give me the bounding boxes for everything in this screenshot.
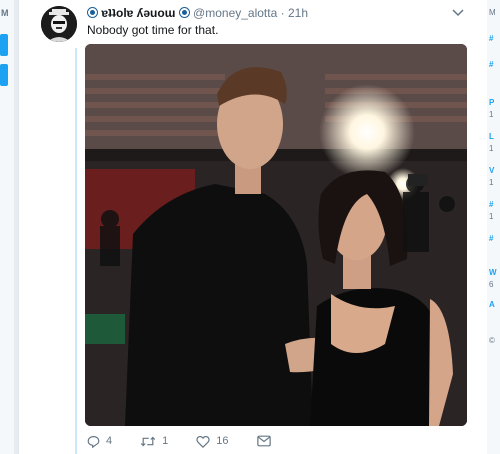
right-gutter-letter: P xyxy=(489,98,495,107)
tweet-header: ɐʇʇolɐ ʎǝuoɯ @money_alotta · 21h xyxy=(87,6,308,20)
right-gutter-letter: W xyxy=(489,268,497,277)
right-gutter-letter: 1 xyxy=(489,110,494,119)
right-gutter-letter: # xyxy=(489,60,494,69)
tweet-photo[interactable] xyxy=(85,44,467,426)
left-gutter-letter: M xyxy=(1,8,9,18)
right-gutter-letter: 1 xyxy=(489,212,494,221)
right-gutter-letter: # xyxy=(489,200,494,209)
handle[interactable]: @money_alotta xyxy=(193,6,277,20)
left-gutter: M xyxy=(0,0,14,454)
display-name[interactable]: ɐʇʇolɐ ʎǝuoɯ xyxy=(101,6,175,20)
direct-message-button[interactable] xyxy=(256,435,277,447)
emoji-icon xyxy=(87,7,98,18)
like-button[interactable]: 16 xyxy=(196,435,229,448)
right-gutter-letter: # xyxy=(489,34,494,43)
emoji-icon xyxy=(178,7,190,18)
retweet-button[interactable]: 1 xyxy=(140,435,168,448)
tweet-card[interactable]: ɐʇʇolɐ ʎǝuoɯ @money_alotta · 21h Nobody … xyxy=(18,0,488,454)
photo-scene xyxy=(85,44,467,426)
reply-icon xyxy=(87,435,100,448)
left-gutter-accent xyxy=(0,34,8,56)
right-gutter-letter: L xyxy=(489,132,494,141)
reply-count: 4 xyxy=(106,435,113,447)
right-gutter-letter: 1 xyxy=(489,144,494,153)
retweet-icon xyxy=(140,436,156,446)
like-count: 16 xyxy=(216,435,229,447)
right-gutter-letter: M xyxy=(489,8,496,17)
tweet-actions: 4 1 16 xyxy=(87,433,305,449)
direct-message-icon xyxy=(256,435,271,447)
retweet-count: 1 xyxy=(162,435,169,447)
avatar[interactable] xyxy=(41,6,77,42)
right-gutter: M # # P 1 L 1 V 1 # 1 # W 6 A © xyxy=(487,0,500,454)
right-gutter-letter: 1 xyxy=(489,178,494,187)
right-gutter-letter: V xyxy=(489,166,495,175)
thread-line xyxy=(75,48,77,454)
tweet-text: Nobody got time for that. xyxy=(87,23,219,37)
right-gutter-letter: A xyxy=(489,300,495,309)
like-icon xyxy=(196,435,210,448)
reply-button[interactable]: 4 xyxy=(87,435,112,448)
right-gutter-letter: 6 xyxy=(489,280,494,289)
separator: · xyxy=(280,6,285,20)
avatar-image xyxy=(41,6,77,42)
chevron-down-icon[interactable] xyxy=(451,6,465,20)
right-gutter-letter: # xyxy=(489,234,494,243)
right-gutter-letter: © xyxy=(489,336,495,345)
left-gutter-accent xyxy=(0,64,8,86)
timestamp[interactable]: 21h xyxy=(288,6,308,20)
